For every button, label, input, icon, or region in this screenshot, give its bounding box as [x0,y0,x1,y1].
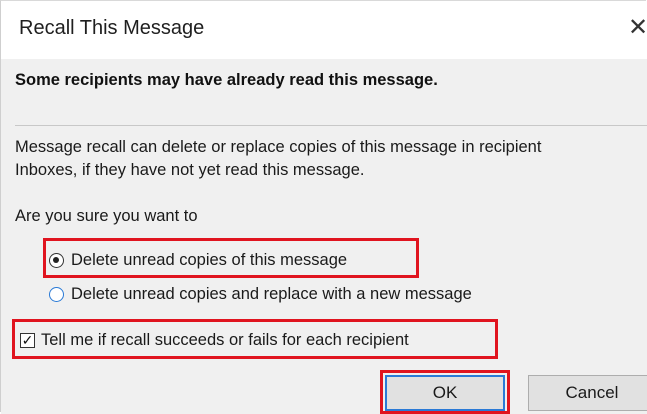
divider [15,125,647,126]
description-text: Message recall can delete or replace cop… [15,138,542,179]
question-text: Are you sure you want to [15,207,198,225]
radio-button-replace[interactable] [49,287,64,302]
highlight-box-checkbox [12,319,498,359]
dialog-body [1,59,647,414]
title-bar: Recall This Message ✕ [1,1,647,59]
close-icon[interactable]: ✕ [624,13,647,43]
highlight-box-ok [380,370,510,414]
recall-dialog: Recall This Message ✕ Some recipients ma… [0,0,647,414]
radio-option-replace[interactable]: Delete unread copies and replace with a … [49,285,472,304]
cancel-button[interactable]: Cancel [528,375,647,411]
highlight-box-delete-option [43,238,419,278]
dialog-title: Recall This Message [19,17,205,39]
warning-text: Some recipients may have already read th… [15,71,438,89]
radio-label-replace: Delete unread copies and replace with a … [71,285,472,303]
